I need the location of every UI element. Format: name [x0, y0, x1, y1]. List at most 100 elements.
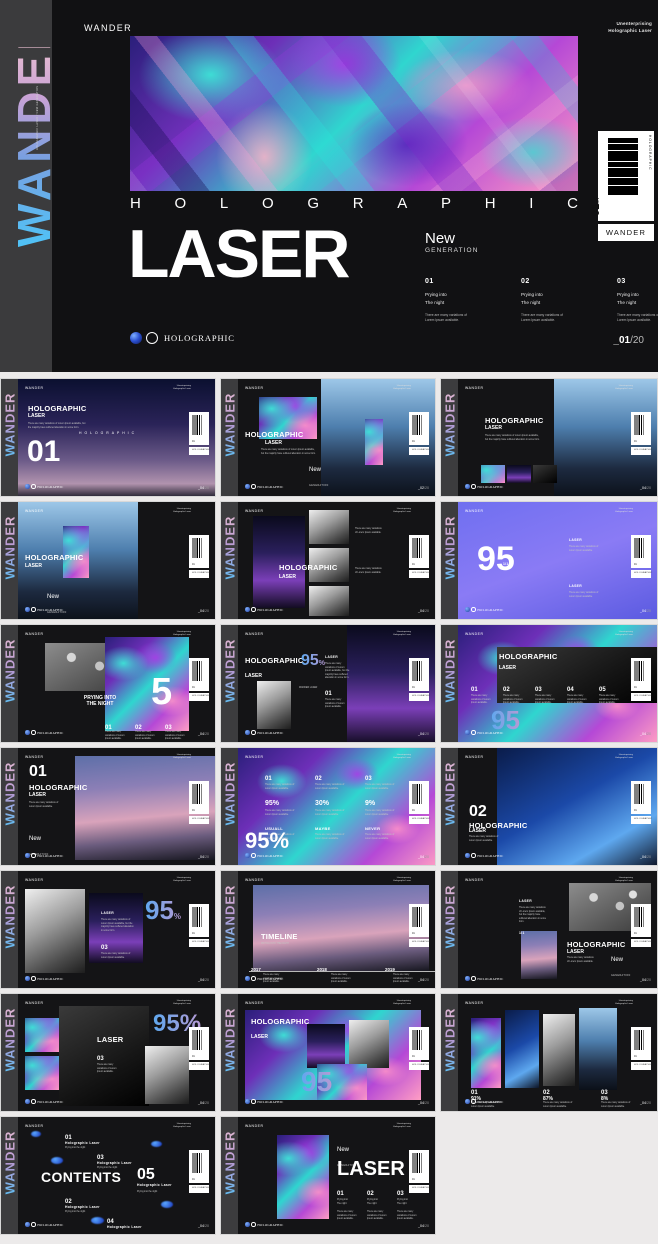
thumb-paragraph: There are many variations of Lorem Ipsum…: [355, 568, 382, 574]
thumb-tagline: Unenterprising Holographic Laser: [393, 877, 411, 883]
thumb-logo-text: HOLOGRAPHIC: [37, 853, 64, 858]
thumb-subtitle: PRYING INTO THE NIGHT: [261, 943, 289, 945]
slide-thumbnail[interactable]: LASER 03 There are many variations of Lore…: [0, 993, 216, 1112]
thumb-step-number: 05: [599, 687, 606, 693]
thumb-barcode-label-card: HOLOGRAPHIC: [631, 1062, 652, 1070]
slide-thumbnail[interactable]: LASER There are many variations of Lorem …: [440, 870, 658, 989]
thumb-barcode-label-card: HOLOGRAPHIC: [189, 570, 211, 578]
barcode-icon: [192, 784, 203, 804]
thumb-paragraph: There are many variations of Lorem Ipsum…: [28, 423, 86, 429]
thumb-headline: HOLOGRAPHIC: [499, 652, 558, 661]
slide-thumbnail[interactable]: HOLOGRAPHIC LASER There are many variation…: [0, 378, 216, 497]
thumb-brand: WANDER: [465, 632, 484, 636]
thumb-brand: WANDER: [245, 1124, 264, 1128]
hero-column-body: There are many variations of Lorem Ipsum…: [521, 313, 563, 323]
slide-thumbnail[interactable]: 01 HOLOGRAPHIC LASER There are many variati…: [0, 747, 216, 866]
slide-thumbnail[interactable]: HOLOGRAPHIC LASER New GENERATION WANDER WANDE…: [0, 501, 216, 620]
sphere-icon: [245, 976, 250, 981]
thumb-title: LASER: [337, 1158, 405, 1180]
slide-thumbnail[interactable]: HOLOGRAPHIC LASER There are many variation…: [220, 501, 436, 620]
thumb-label: Holographic Laser: [65, 1205, 100, 1209]
thumb-barcode-label: HOLOGRAPHIC: [192, 695, 211, 698]
thumb-logo-text: HOLOGRAPHIC: [257, 976, 284, 981]
thumb-barcode-card: 01: [189, 412, 209, 445]
thumb-barcode-number: 01: [634, 931, 637, 935]
thumb-logo: HOLOGRAPHIC: [245, 1222, 284, 1227]
thumb-paragraph: There are many variations of Lorem Ipsum…: [601, 1102, 631, 1108]
thumb-page-indicator: _04/20: [418, 1101, 429, 1105]
hero-slide[interactable]: WANDER HOLOGRAPHIC LASER / NEW GENERATIO…: [0, 0, 658, 372]
thumb-barcode-card: 01: [409, 1027, 429, 1060]
thumb-barcode-number: 01: [192, 562, 195, 566]
thumb-vertical-brand: WANDER: [443, 508, 458, 588]
thumb-photo: [253, 516, 305, 608]
barcode-icon: [192, 1030, 203, 1050]
thumb-tagline: Unenterprising Holographic Laser: [393, 631, 411, 637]
slide-thumbnail[interactable]: 01 02 03 91% 87% 8% There are many variations …: [440, 993, 658, 1112]
slide-thumbnail[interactable]: 5 PRYING INTO THE NIGHT 01 02 03 There are man…: [0, 624, 216, 743]
thumb-logo-text: HOLOGRAPHIC: [37, 976, 64, 981]
hero-column-lines: Prying into The night: [521, 292, 543, 305]
slide-thumbnail[interactable]: 95 LASER 1/1 There are many variations of L…: [440, 501, 658, 620]
thumb-logo: HOLOGRAPHIC: [465, 976, 504, 981]
thumb-brand: WANDER: [465, 1001, 484, 1005]
thumb-logo: HOLOGRAPHIC: [465, 607, 504, 612]
thumb-percent: 95%: [301, 653, 325, 672]
slide-thumbnail[interactable]: 02 HOLOGRAPHIC LASER There are many variati…: [440, 747, 658, 866]
thumb-headline: HOLOGRAPHIC: [25, 553, 84, 562]
slide-thumbnail[interactable]: HOLOGRAPHIC LASER There are many variation…: [220, 378, 436, 497]
thumb-vertical-brand: WANDER: [3, 385, 18, 465]
thumb-photo: [309, 586, 349, 616]
thumb-big-number: 95: [301, 1066, 333, 1097]
barcode-icon: [192, 907, 203, 927]
thumb-barcode-label: HOLOGRAPHIC: [412, 1064, 431, 1067]
decorative-blob: [151, 1141, 162, 1147]
slide-thumbnail[interactable]: New GENERATION LASER 01 02 03 Prying into The n…: [220, 1116, 436, 1235]
ring-icon: [31, 853, 36, 858]
slide-thumbnail[interactable]: 01 02 03 There are many variations of Lorem…: [220, 747, 436, 866]
thumb-paragraph: There are many variations of Lorem Ipsum…: [535, 695, 555, 705]
thumb-paragraph: There are many variations of Lorem Ipsum…: [599, 695, 619, 705]
thumb-paragraph: Prying into The night: [337, 1199, 348, 1205]
ring-icon: [251, 853, 256, 858]
hero-new-sub: GENERATION: [425, 247, 479, 254]
thumb-label: 1/1: [519, 931, 525, 935]
thumb-subheadline: LASER: [29, 792, 46, 798]
slide-thumbnail[interactable]: HOLOGRAPHIC LASER 95 WANDER WANDER Unenterpri…: [220, 993, 436, 1112]
thumb-percent: 9%: [365, 800, 376, 807]
sphere-icon: [245, 607, 250, 612]
thumb-paragraph: There are many variations of Lorem Ipsum…: [367, 1211, 387, 1221]
thumb-step-number: 03: [535, 687, 542, 693]
thumb-photo: [257, 681, 291, 729]
thumb-vertical-brand: WANDER: [223, 877, 238, 957]
hero-holographic-letter: C: [567, 195, 578, 212]
thumb-brand: WANDER: [465, 509, 484, 513]
thumb-photo: [521, 931, 557, 979]
thumb-barcode-card: 01: [189, 658, 209, 691]
slide-thumbnail[interactable]: HOLOGRAPHIC LASER 95% LASER There are many v…: [220, 624, 436, 743]
thumb-logo-text: HOLOGRAPHIC: [477, 1099, 504, 1104]
thumb-logo: HOLOGRAPHIC: [245, 1099, 284, 1104]
thumb-paragraph: There are many variations of Lorem Ipsum…: [265, 784, 295, 790]
slide-thumbnail[interactable]: HOLOGRAPHIC LASER There are many variation…: [440, 378, 658, 497]
slide-thumbnail[interactable]: HOLOGRAPHIC LASER 01 02 03 04 05 There are many…: [440, 624, 658, 743]
slide-thumbnail[interactable]: 95% LASER There are many variations of Lor…: [0, 870, 216, 989]
slide-thumbnail[interactable]: CONTENTS 05 Holographic Laser Prying into t…: [0, 1116, 216, 1235]
thumb-paragraph: There are many variations of Lorem Ipsum…: [331, 974, 351, 984]
thumb-headline: HOLOGRAPHIC: [251, 1017, 310, 1026]
thumb-brand: WANDER: [465, 386, 484, 390]
thumb-logo-text: HOLOGRAPHIC: [37, 1222, 64, 1227]
thumb-barcode-label: HOLOGRAPHIC: [192, 572, 211, 575]
thumb-tagline: Unenterprising Holographic Laser: [173, 1000, 191, 1006]
hero-page-total: /20: [630, 335, 644, 346]
thumb-brand: WANDER: [25, 386, 44, 390]
ring-icon: [31, 607, 36, 612]
thumb-vertical-brand: WANDER: [443, 631, 458, 711]
thumb-logo-text: HOLOGRAPHIC: [477, 484, 504, 489]
thumb-logo: HOLOGRAPHIC: [25, 853, 64, 858]
hero-holographic-letter: G: [307, 195, 320, 212]
thumb-overlay-text: PRYING INTO THE NIGHT: [83, 695, 117, 707]
thumb-barcode-card: 01: [189, 1150, 209, 1183]
slide-thumbnail[interactable]: TIMELINE PRYING INTO THE NIGHT 2017 2018 201…: [220, 870, 436, 989]
thumb-subheadline: LASER: [499, 665, 516, 671]
